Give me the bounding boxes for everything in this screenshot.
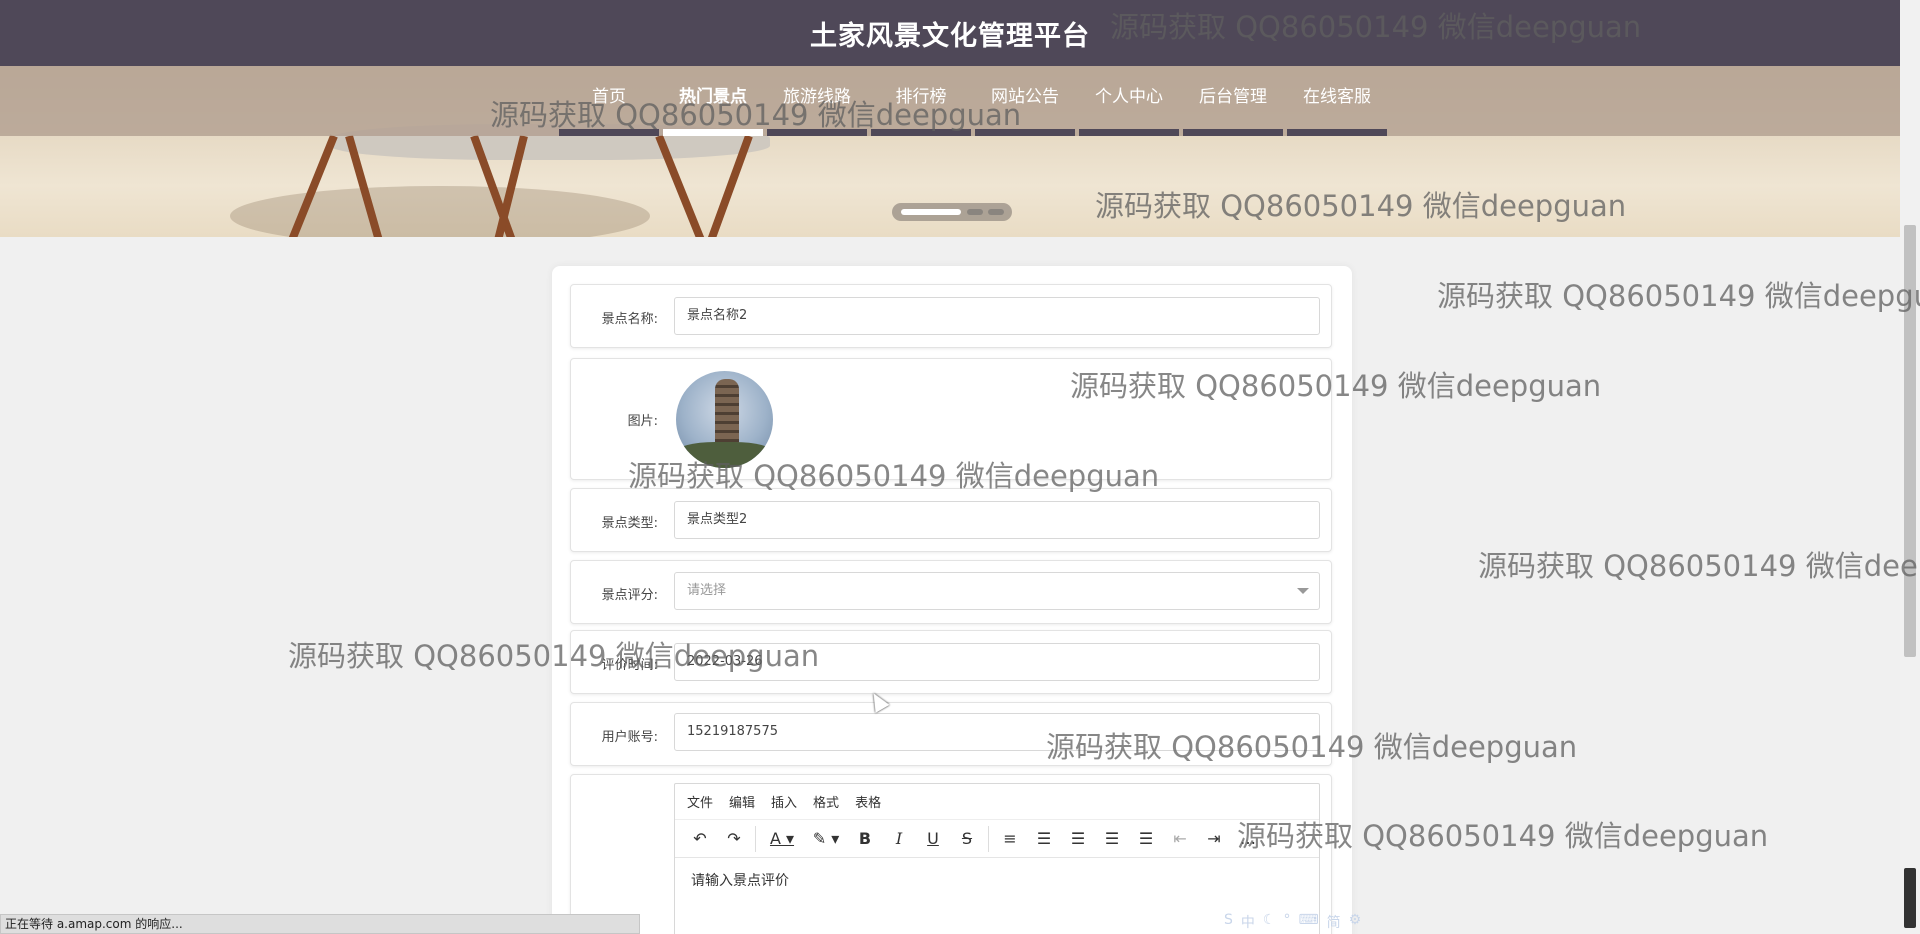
form-row-review: 文件 编辑 插入 格式 表格 ↶ ↷ A ▾ ✎ ▾ B I U S ≡ ☰ ☰… [570,774,1332,934]
ime-keyboard-icon[interactable]: ⌨ [1298,912,1318,932]
form-row-name: 景点名称: 景点名称2 [570,284,1332,348]
ime-punctuation-icon[interactable]: ° [1283,912,1290,932]
carousel-dot-2[interactable] [967,209,983,215]
nav-item-label: 旅游线路 [783,87,851,107]
ime-logo-icon[interactable]: S [1224,912,1233,932]
nav-item-label: 后台管理 [1199,87,1267,107]
type-field[interactable]: 景点类型2 [674,501,1320,539]
nav-item-bar [975,129,1075,136]
nav-item-announcements[interactable]: 网站公告 [973,66,1077,136]
align-justify-icon[interactable]: ☰ [1129,824,1163,854]
nav-item-label: 热门景点 [679,87,747,107]
form-row-rating: 景点评分: 请选择 [570,560,1332,624]
align-center-icon[interactable]: ☰ [1061,824,1095,854]
page-scrollbar[interactable] [1900,0,1920,934]
menu-format[interactable]: 格式 [813,792,839,811]
nav-item-bar [663,129,763,136]
scrollbar-thumb[interactable] [1904,225,1916,657]
align-right-icon[interactable]: ☰ [1095,824,1129,854]
form-row-time: 评价时间: 2022-03-26 [570,630,1332,694]
ime-moon-icon[interactable]: ☾ [1263,912,1276,932]
time-label: 评价时间: [601,658,658,673]
carousel-dot-3[interactable] [988,209,1004,215]
carousel-indicators [892,203,1012,221]
ime-simplified-icon[interactable]: 简 [1327,912,1341,932]
underline-icon[interactable]: U [916,824,950,854]
menu-edit[interactable]: 编辑 [729,792,755,811]
strikethrough-icon[interactable]: S [950,824,984,854]
watermark-text: 源码获取 QQ86050149 微信deepguan [1478,549,1920,583]
nav-item-label: 首页 [592,87,626,107]
align-left-icon[interactable]: ☰ [1027,824,1061,854]
nav-item-tour-routes[interactable]: 旅游线路 [765,66,869,136]
nav-item-hot-spots[interactable]: 热门景点 [661,66,765,136]
nav-item-label: 排行榜 [895,87,947,107]
nav-item-personal-center[interactable]: 个人中心 [1077,66,1181,136]
nav-item-bar [767,129,867,136]
nav-item-online-service[interactable]: 在线客服 [1285,66,1389,136]
outdent-icon[interactable]: ⇤ [1163,824,1197,854]
account-label: 用户账号: [601,730,658,745]
type-label: 景点类型: [601,516,658,531]
highlight-icon[interactable]: ✎ ▾ [804,824,848,854]
editor-content[interactable]: 请输入景点评价 [675,858,1319,902]
side-float-button[interactable] [1904,868,1916,928]
undo-icon[interactable]: ↶ [683,824,717,854]
chevron-down-icon [1297,588,1309,594]
browser-status-bar: 正在等待 a.amap.com 的响应... [0,914,640,934]
name-field[interactable]: 景点名称2 [674,297,1320,335]
form-row-account: 用户账号: 15219187575 [570,702,1332,766]
watermark-text: 源码获取 QQ86050149 微信deepguan [1437,279,1920,313]
font-color-icon[interactable]: A ▾ [760,824,804,854]
main-nav: 首页 热门景点 旅游线路 排行榜 网站公告 个人中心 后台管理 在线客服 [0,66,1900,136]
nav-item-bar [1079,129,1179,136]
spot-image[interactable] [676,371,773,468]
nav-item-bar [1183,129,1283,136]
spot-image-trees [676,442,773,468]
nav-item-rankings[interactable]: 排行榜 [869,66,973,136]
name-label: 景点名称: [601,312,658,327]
form-row-image: 图片: [570,358,1332,480]
more-icon[interactable]: … [1231,824,1265,854]
top-header: 土家风景文化管理平台 [0,0,1900,66]
site-title: 土家风景文化管理平台 [810,21,1090,52]
ime-settings-icon[interactable]: ⚙ [1349,912,1362,932]
nav-item-admin[interactable]: 后台管理 [1181,66,1285,136]
rating-select[interactable]: 请选择 [674,572,1320,610]
redo-icon[interactable]: ↷ [717,824,751,854]
ime-chinese-mode-icon[interactable]: 中 [1241,912,1255,932]
line-height-icon[interactable]: ≡ [993,824,1027,854]
nav-item-bar [559,129,659,136]
form-row-type: 景点类型: 景点类型2 [570,488,1332,552]
account-field[interactable]: 15219187575 [674,713,1320,751]
nav-item-bar [871,129,971,136]
menu-insert[interactable]: 插入 [771,792,797,811]
bold-icon[interactable]: B [848,824,882,854]
nav-item-label: 网站公告 [991,87,1059,107]
rating-label: 景点评分: [601,588,658,603]
ime-toolbar: S 中 ☾ ° ⌨ 简 ⚙ [1224,912,1361,932]
italic-icon[interactable]: I [882,824,916,854]
editor-toolbar: ↶ ↷ A ▾ ✎ ▾ B I U S ≡ ☰ ☰ ☰ ☰ ⇤ ⇥ … [675,820,1319,858]
toolbar-divider [988,825,989,852]
editor-menubar: 文件 编辑 插入 格式 表格 [675,784,1319,820]
menu-table[interactable]: 表格 [855,792,881,811]
image-label: 图片: [627,414,658,429]
indent-icon[interactable]: ⇥ [1197,824,1231,854]
time-field[interactable]: 2022-03-26 [674,643,1320,681]
toolbar-divider [755,825,756,852]
carousel-dot-1[interactable] [901,209,961,215]
nav-item-home[interactable]: 首页 [557,66,661,136]
nav-item-label: 在线客服 [1303,87,1371,107]
nav-item-bar [1287,129,1387,136]
nav-item-label: 个人中心 [1095,87,1163,107]
nav-items: 首页 热门景点 旅游线路 排行榜 网站公告 个人中心 后台管理 在线客服 [557,66,1389,136]
menu-file[interactable]: 文件 [687,792,713,811]
rating-select-placeholder: 请选择 [687,583,727,598]
